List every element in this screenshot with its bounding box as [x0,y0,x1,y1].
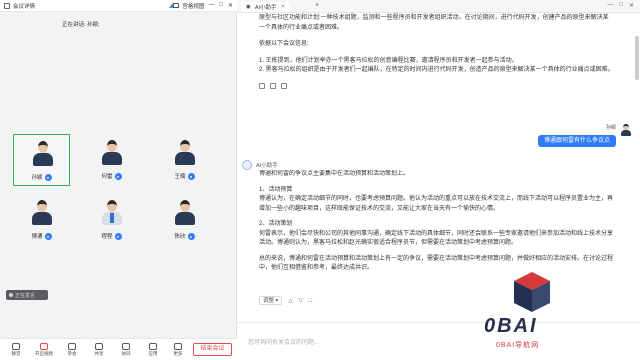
ai-tab-icon: ◉ [246,4,251,10]
speaking-tip-text: 正在发言 [15,292,36,299]
scrollbar-thumb[interactable] [635,36,639,80]
participant-name: 何雷 [101,174,113,180]
participant-name: 孙颖 [31,175,43,181]
adjust-dropdown[interactable]: 调整 ▾ [259,296,283,305]
speaking-tip: 正在发言 [6,290,48,300]
message-paragraph: 2. 黑客马拉松的组织是由于开发者们一起编队，在特定的时间内进行代码开发，创造产… [259,67,614,73]
avatar [33,141,53,167]
participant-name: 程程 [101,234,113,240]
copy-icon[interactable]: □ [309,298,312,304]
participant-name: 王楠 [174,174,186,180]
view-mode-button[interactable]: 宫格视图 [173,2,204,10]
mic-icon: ● [44,174,52,182]
cube-logo-icon [514,272,550,312]
watermark-title: 0BAI [484,315,538,337]
participant-tile[interactable]: 何雷 ● [83,134,140,186]
meeting-toolbar: 静音 开启视频 参会 共享 协同 应用 更多 结束会议 [0,338,237,360]
reply-footer: 调整 ▾ △ ▽ □ [259,296,312,305]
window-controls: — □ ✕ [607,2,634,9]
message-paragraph: 原型与社区功能和计划:一种技术组题，监测和一些程序员和开发者组织活动。在讨论期间… [259,15,609,31]
meeting-titlebar: 会议详情 ◢ 宫格视图 — □ ✕ [0,0,237,12]
mic-icon [12,343,20,350]
maximize-icon[interactable]: □ [619,2,623,9]
window-controls: — □ ✕ [208,2,233,9]
share-button[interactable]: 共享 [89,341,109,357]
participant-tile[interactable]: 孙颖 ● [13,134,70,186]
share-icon [95,343,103,350]
participant-tile[interactable]: 程程 ● [83,194,140,246]
participant-name: 陈欣 [174,234,186,240]
mic-icon: ● [187,173,195,181]
video-button[interactable]: 开启视频 [34,341,54,357]
avatar [102,140,122,166]
mic-dot-icon [9,293,13,297]
participant-tile[interactable]: 博通 ● [13,194,70,246]
watermark-subtitle: 0BAI导航网 [496,342,540,349]
avatar [102,200,122,226]
video-icon [40,343,48,350]
close-icon[interactable]: ✕ [281,4,286,10]
close-icon[interactable]: ✕ [629,2,634,9]
view-mode-label: 宫格视图 [182,3,205,10]
avatar [175,200,195,226]
mute-button[interactable]: 静音 [6,341,26,357]
tab-label: AI小助手 [254,5,277,11]
thumbs-up-icon[interactable]: △ [288,298,292,304]
assistant-tabbar: ◉ AI小助手 ✕ + — □ ✕ [237,0,640,13]
message-paragraph: 依据以下会议信息: [259,41,309,47]
message-paragraph: 1、活动预算 博通认为，在确定活动细节的同时，也要考虑预算问题。他认为活动的重点… [259,186,614,212]
mic-icon: ● [187,233,195,241]
message-paragraph: 博通和何雷的争议点主要集中在活动预算和活动策划上。 [259,171,410,177]
watermark-logo: 0BAI 0BAI导航网 [478,270,588,352]
speaking-indicator: 正在讲话: 孙颖; [62,22,100,28]
fullscreen-icon[interactable]: □ [219,2,223,9]
grid-view-icon [173,3,180,8]
participant-tile[interactable]: 王楠 ● [156,134,213,186]
end-meeting-button[interactable]: 结束会议 [193,343,232,356]
thumbs-down-icon[interactable]: ▽ [299,298,303,304]
close-icon[interactable]: ✕ [228,2,233,9]
user-question-bubble: 博通跟何雷有什么争议点 [537,135,616,147]
participants-icon [68,343,76,350]
thumbs-up-icon[interactable] [259,82,265,89]
participant-name: 博通 [31,234,43,240]
apps-button[interactable]: 应用 [143,341,163,357]
user-name: 孙颖 [605,125,616,131]
copy-icon[interactable] [281,82,287,89]
meeting-title: 会议详情 [13,3,36,10]
participant-tile[interactable]: 陈欣 ● [156,194,213,246]
thumbs-down-icon[interactable] [270,82,276,89]
pin-icon[interactable]: — [208,2,214,9]
apps-icon [149,343,157,350]
avatar [32,200,52,226]
participants-button[interactable]: 参会 [62,341,82,357]
mic-icon: ● [114,173,122,181]
ai-message: 原型与社区功能和计划:一种技术组题，监测和一些程序员和开发者组织活动。在讨论期间… [259,14,614,89]
message-paragraph: 1. 王栋提到，他们计划举办一个黑客马拉松的创意编程比赛，邀请程序员和开发者一起… [259,57,518,64]
mic-icon: ● [44,233,52,241]
ai-assistant-icon [242,160,252,170]
meeting-window-icon [4,2,10,9]
feedback-bar [259,82,614,89]
collab-button[interactable]: 协同 [116,341,136,357]
ai-reply-header: AI小助手 [242,160,278,170]
scrollbar[interactable] [634,14,640,320]
meeting-panel: 会议详情 ◢ 宫格视图 — □ ✕ 正在讲话: 孙颖; 孙颖 ● 何雷 ● 王楠… [0,0,237,360]
mic-icon: ● [114,233,122,241]
minimize-icon[interactable]: — [607,2,613,9]
tab-ai-assistant[interactable]: ◉ AI小助手 ✕ [241,2,291,12]
avatar [175,140,195,166]
app-root: 会议详情 ◢ 宫格视图 — □ ✕ 正在讲话: 孙颖; 孙颖 ● 何雷 ● 王楠… [0,0,640,360]
more-button[interactable]: 更多 [168,341,188,357]
more-icon [174,343,182,350]
new-tab-icon[interactable]: + [315,2,319,9]
avatar [621,124,631,136]
message-paragraph: 2、活动策划 何雷表示，他们会尽快和公司的其他同事沟通，确定线下活动的具体细节，… [259,221,614,246]
collab-icon [122,343,130,350]
ai-label: AI小助手 [256,163,278,169]
